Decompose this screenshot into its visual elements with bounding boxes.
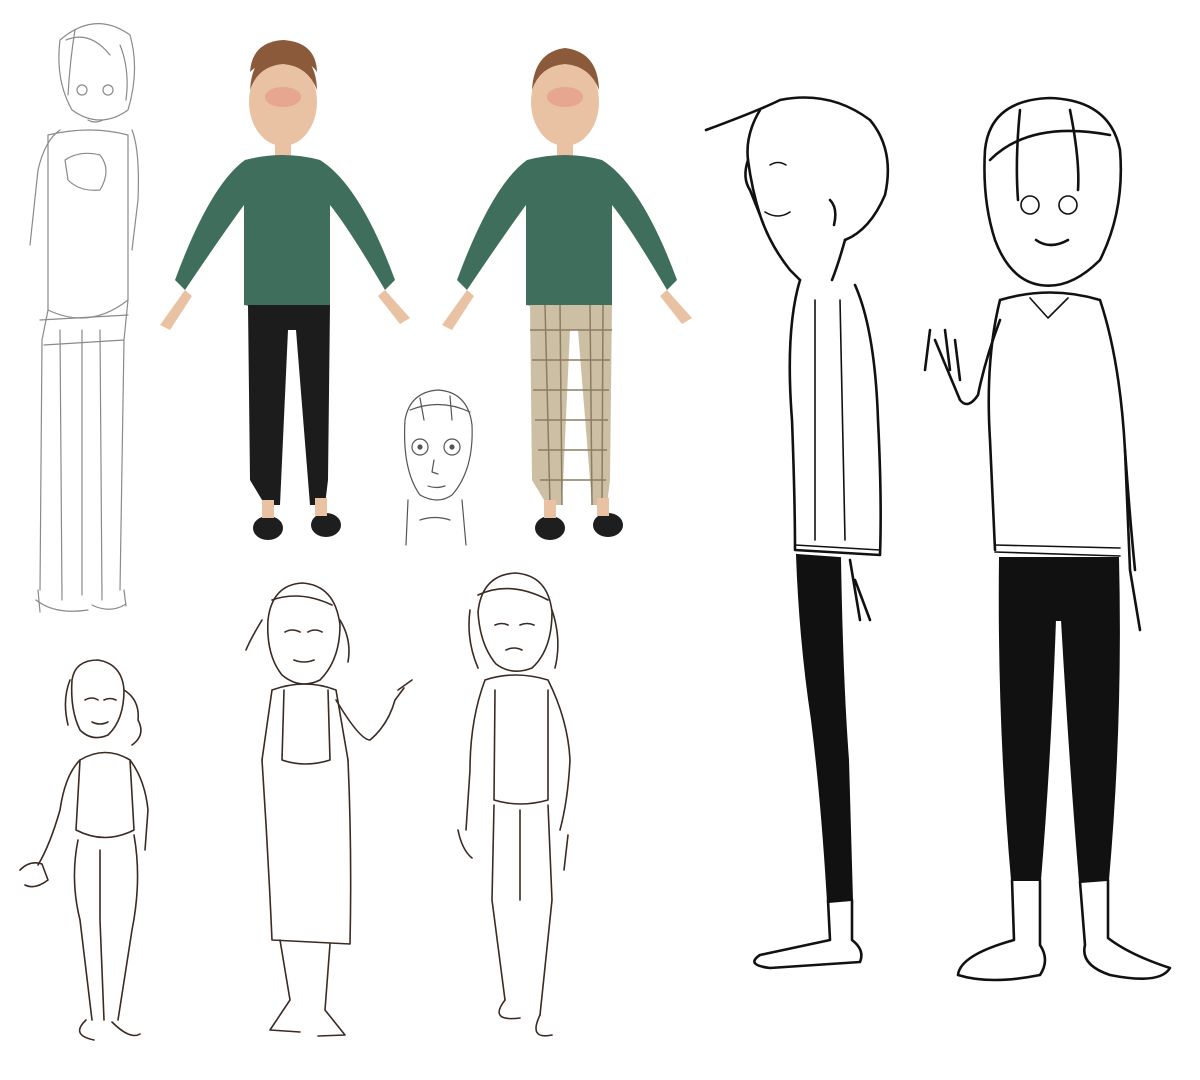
color-turnaround-plaid-pants-figure (442, 48, 692, 540)
sketch-sad-standing-figure (457, 572, 571, 1037)
ink-front-waving-figure (923, 96, 1172, 982)
face-study-figure (403, 389, 473, 546)
character-sheet-canvas (19, 23, 1172, 1041)
color-turnaround-dark-pants-figure (160, 40, 410, 540)
sketch-apron-pointing-figure (245, 582, 413, 1037)
sketch-open-hand-figure (19, 659, 149, 1041)
ink-profile-figure (704, 96, 890, 970)
pencil-sketch-standing-figure (29, 23, 139, 613)
